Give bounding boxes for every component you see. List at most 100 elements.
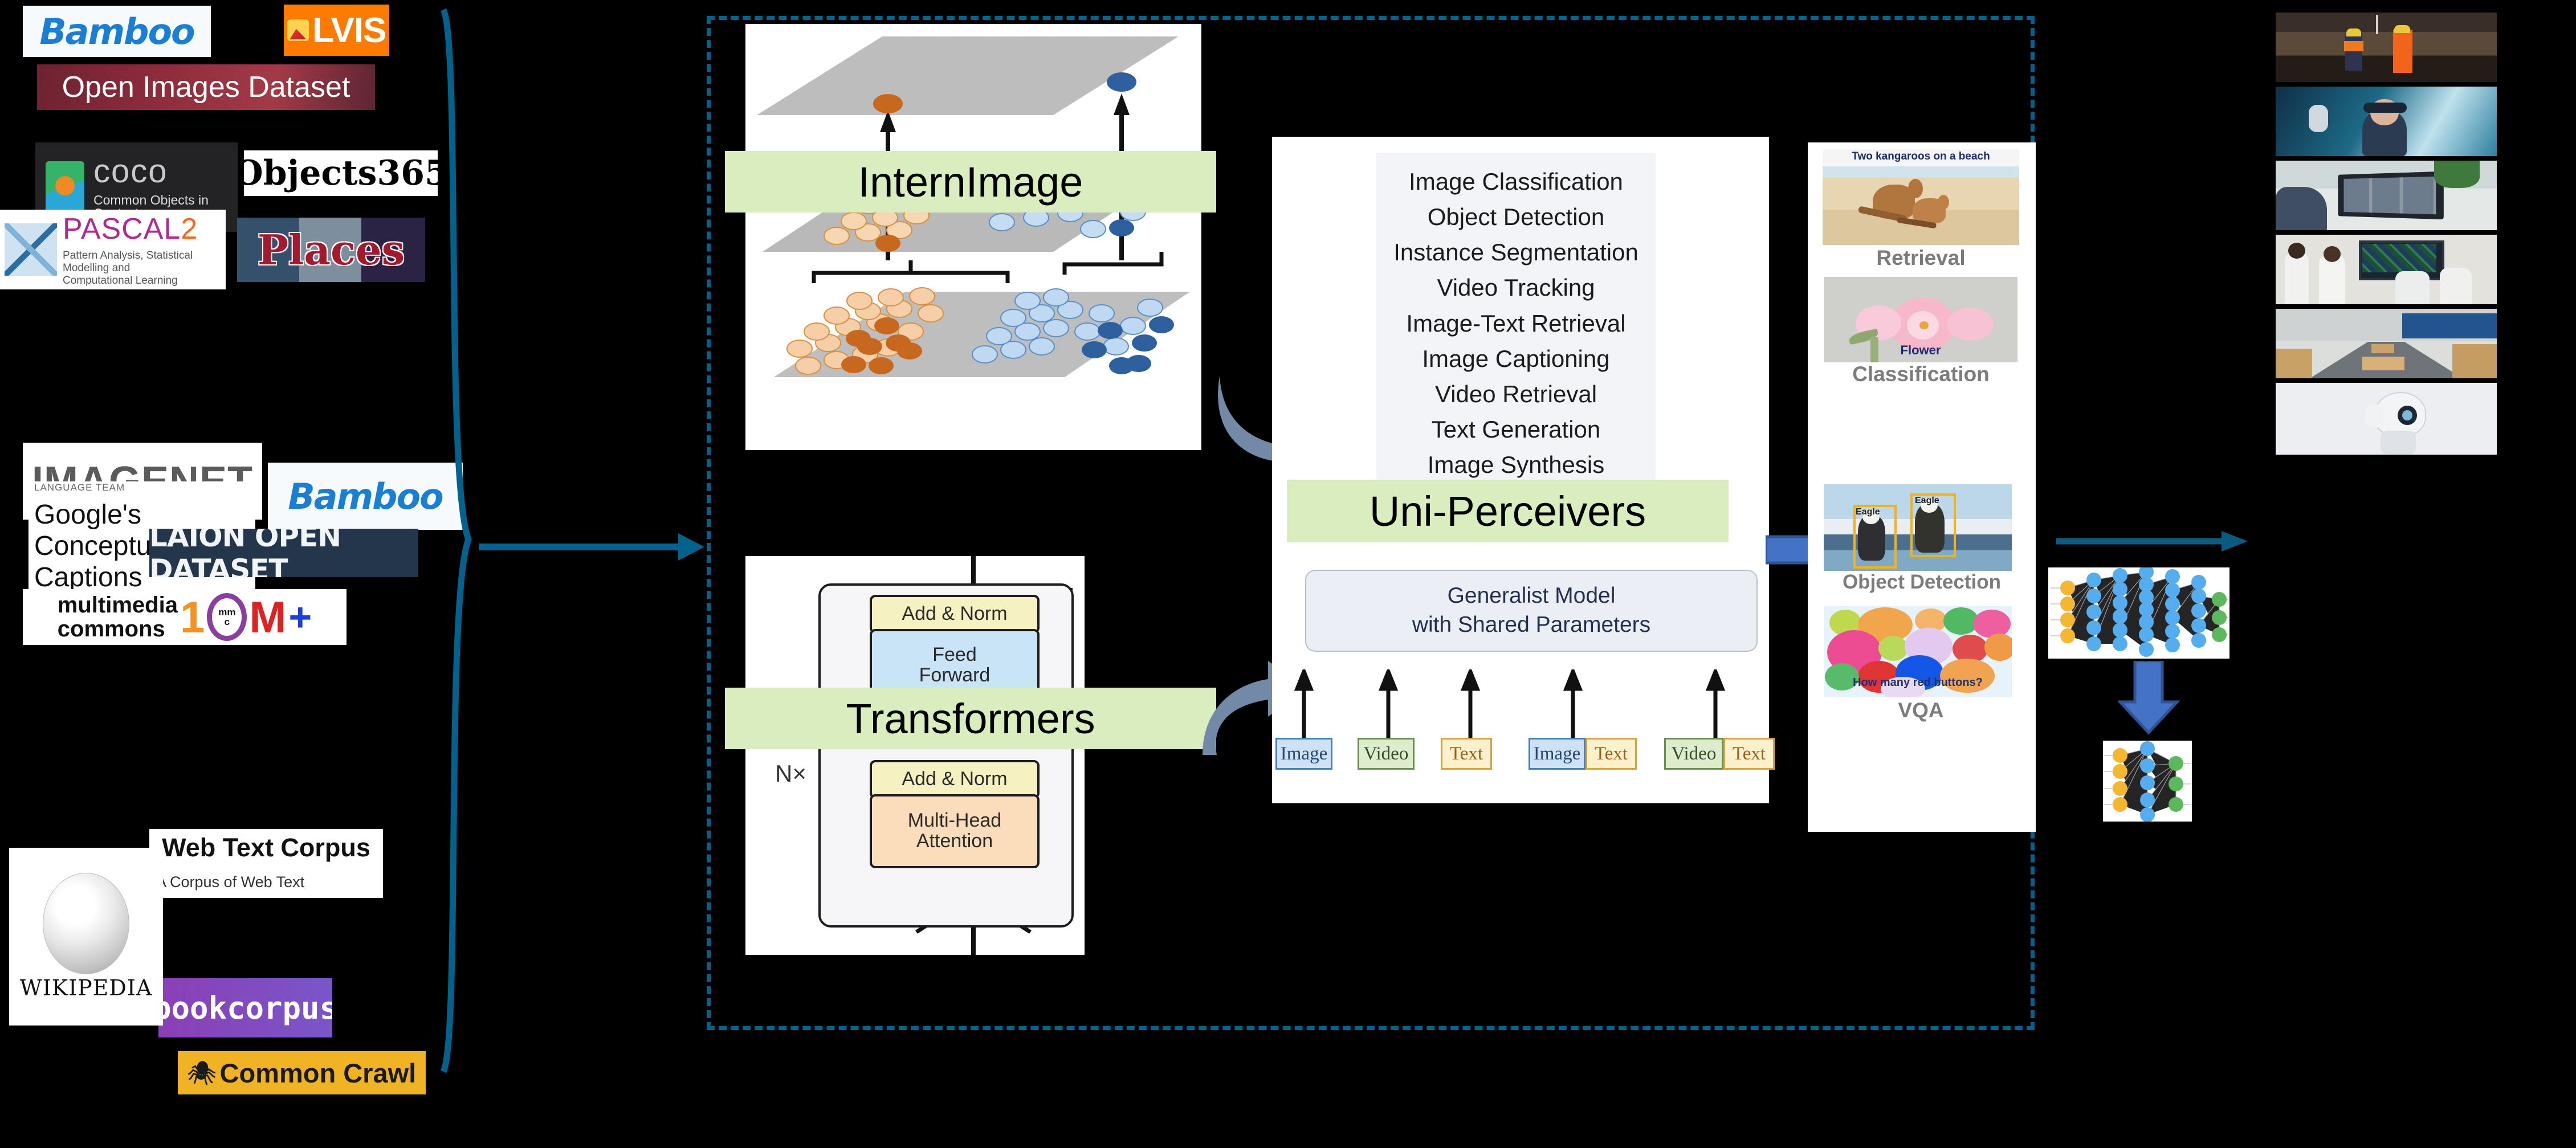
- task-item: Video Retrieval: [1434, 380, 1597, 407]
- token-input-arrows: [1277, 666, 1767, 741]
- classification-label: Classification: [1823, 362, 2019, 386]
- logo-open-images: Open Images Dataset: [37, 64, 375, 110]
- feed-forward-line2: Forward: [919, 664, 991, 686]
- logo-pascal2: PASCAL2 Pattern Analysis, Statistical Mo…: [0, 210, 226, 289]
- logo-sublabel-1: Pattern Analysis, Statistical Modelling …: [63, 250, 193, 274]
- token-video: Video: [1358, 738, 1415, 770]
- add-norm-label: Add & Norm: [902, 768, 1008, 790]
- nx-label: N×: [775, 760, 806, 787]
- photo-lab-researchers: [2276, 235, 2497, 304]
- logo-label: Objects365: [244, 153, 438, 193]
- distill-down-arrow: [2117, 659, 2180, 735]
- task-item: Object Detection: [1427, 203, 1605, 231]
- token-text-of-video-text: Text: [1723, 738, 1775, 770]
- photo-humanoid-robot: [2276, 383, 2497, 455]
- multi-head-attention-box: Multi-Head Attention: [870, 794, 1040, 868]
- logo-label: LAION OPEN DATASET: [149, 529, 341, 577]
- label-text: Object Detection: [1842, 571, 2002, 593]
- logo-word2: commons: [57, 616, 165, 642]
- generalist-model-line2: with Shared Parameters: [1412, 612, 1651, 637]
- logo-sublabel-2: Computational Learning: [63, 275, 178, 287]
- feed-forward-line1: Feed: [932, 644, 977, 666]
- lvis-mark-icon: [287, 19, 309, 42]
- internimage-label: InternImage: [858, 158, 1083, 206]
- uni-perceivers-label: Uni-Perceivers: [1369, 487, 1646, 535]
- retrieval-thumbnail: Two kangaroos on a beach: [1823, 149, 2019, 245]
- detection-box-label-2: Eagle: [1915, 496, 1939, 505]
- generalist-model-line1: Generalist Model: [1447, 583, 1616, 608]
- uni-perceivers-label-bar: Uni-Perceivers: [1287, 480, 1729, 542]
- logo-web-text-corpus: Web Text Corpus: [149, 829, 383, 866]
- logo-label: WIKIPEDIA: [19, 975, 153, 1000]
- object-detection-label: Object Detection: [1816, 571, 2028, 594]
- logo-bookcorpus: bookcorpus: [158, 978, 332, 1037]
- photo-industrial-workers: [2276, 13, 2497, 82]
- logo-label-suffix: 2: [181, 213, 198, 246]
- transformer-illustration: Add & Norm Feed Forward Add & Norm Multi…: [745, 556, 1085, 955]
- logo-label: Bamboo: [288, 475, 443, 517]
- logo-digit: 1: [180, 591, 205, 642]
- add-norm-box-top: Add & Norm: [870, 595, 1040, 634]
- pascal-mark-icon: [5, 223, 57, 276]
- internimage-illustration: [745, 24, 1201, 450]
- logo-word1: multimedia: [57, 593, 178, 618]
- logo-objects365: Objects365: [244, 150, 438, 196]
- caption-text: Two kangaroos on a beach: [1852, 150, 1990, 162]
- ring-top-label: mm: [218, 607, 236, 618]
- token-label: Video: [1671, 743, 1717, 764]
- token-label: Text: [1732, 743, 1766, 764]
- transformer-nx-label: N×: [775, 760, 806, 787]
- logo-lvis: LVIS: [284, 5, 389, 56]
- vqa-caption: How many red buttons?: [1824, 676, 2012, 689]
- coco-mark-icon: [46, 161, 84, 214]
- ring-bottom-label: c: [224, 616, 230, 627]
- add-norm-box-bottom: Add & Norm: [870, 760, 1040, 799]
- caption-text: How many red buttons?: [1853, 676, 1983, 689]
- logo-label: bookcorpus: [158, 990, 332, 1026]
- task-item: Image Classification: [1409, 168, 1623, 195]
- photo-warehouse-conveyor: [2276, 309, 2497, 378]
- token-label: Image: [1280, 743, 1328, 764]
- retrieval-caption: Two kangaroos on a beach: [1823, 150, 2019, 163]
- logo-label: Places: [257, 226, 405, 274]
- token-label: Image: [1533, 743, 1581, 764]
- transformers-label-bar: Transformers: [725, 688, 1216, 749]
- token-label: Text: [1449, 743, 1483, 764]
- logo-bamboo-imagetext: Bamboo: [268, 463, 463, 530]
- token-text-of-image-text: Text: [1585, 738, 1637, 770]
- logo-label: Open Images Dataset: [62, 71, 350, 104]
- object-detection-thumbnail: Eagle Eagle: [1824, 484, 2012, 571]
- wikipedia-globe-icon: [43, 873, 129, 974]
- logo-plus: +: [288, 594, 312, 639]
- logo-label: coco: [93, 152, 168, 190]
- logo-a-corpus-of-web-text: A Corpus of Web Text: [149, 866, 383, 898]
- photo-ar-headset-user: [2276, 87, 2497, 156]
- large-network-diagram: [2048, 565, 2229, 659]
- logo-places: Places: [237, 218, 425, 282]
- logo-label: PASCAL: [63, 213, 181, 246]
- logo-label: Bamboo: [39, 10, 195, 52]
- mha-line2: Attention: [916, 830, 993, 852]
- logo-line2: Captions: [34, 562, 142, 593]
- spider-icon: 🕷: [187, 1060, 217, 1086]
- logo-common-crawl: 🕷 Common Crawl: [178, 1051, 426, 1094]
- token-label: Text: [1594, 743, 1628, 764]
- vqa-label: VQA: [1823, 698, 2019, 722]
- token-image-of-image-text: Image: [1529, 738, 1585, 770]
- internimage-label-bar: InternImage: [725, 151, 1216, 213]
- task-item: Video Tracking: [1437, 274, 1595, 301]
- photo-video-conference-laptop: [2276, 161, 2497, 230]
- detection-box-label-1: Eagle: [1856, 507, 1880, 517]
- label-text: VQA: [1898, 698, 1944, 722]
- logo-laion-open-dataset: LAION OPEN DATASET: [149, 529, 418, 577]
- sources-to-model-arrow: [479, 513, 707, 581]
- classification-thumbnail: Flower: [1824, 277, 2017, 362]
- label-text: Retrieval: [1876, 246, 1966, 269]
- task-item: Instance Segmentation: [1393, 239, 1638, 266]
- logo-label: Web Text Corpus: [162, 832, 370, 862]
- supported-tasks-list: Image Classification Object Detection In…: [1376, 153, 1656, 489]
- token-text: Text: [1441, 738, 1492, 770]
- small-network-diagram: [2103, 741, 2192, 822]
- task-item: Text Generation: [1431, 416, 1601, 443]
- task-item: Image Captioning: [1422, 345, 1610, 372]
